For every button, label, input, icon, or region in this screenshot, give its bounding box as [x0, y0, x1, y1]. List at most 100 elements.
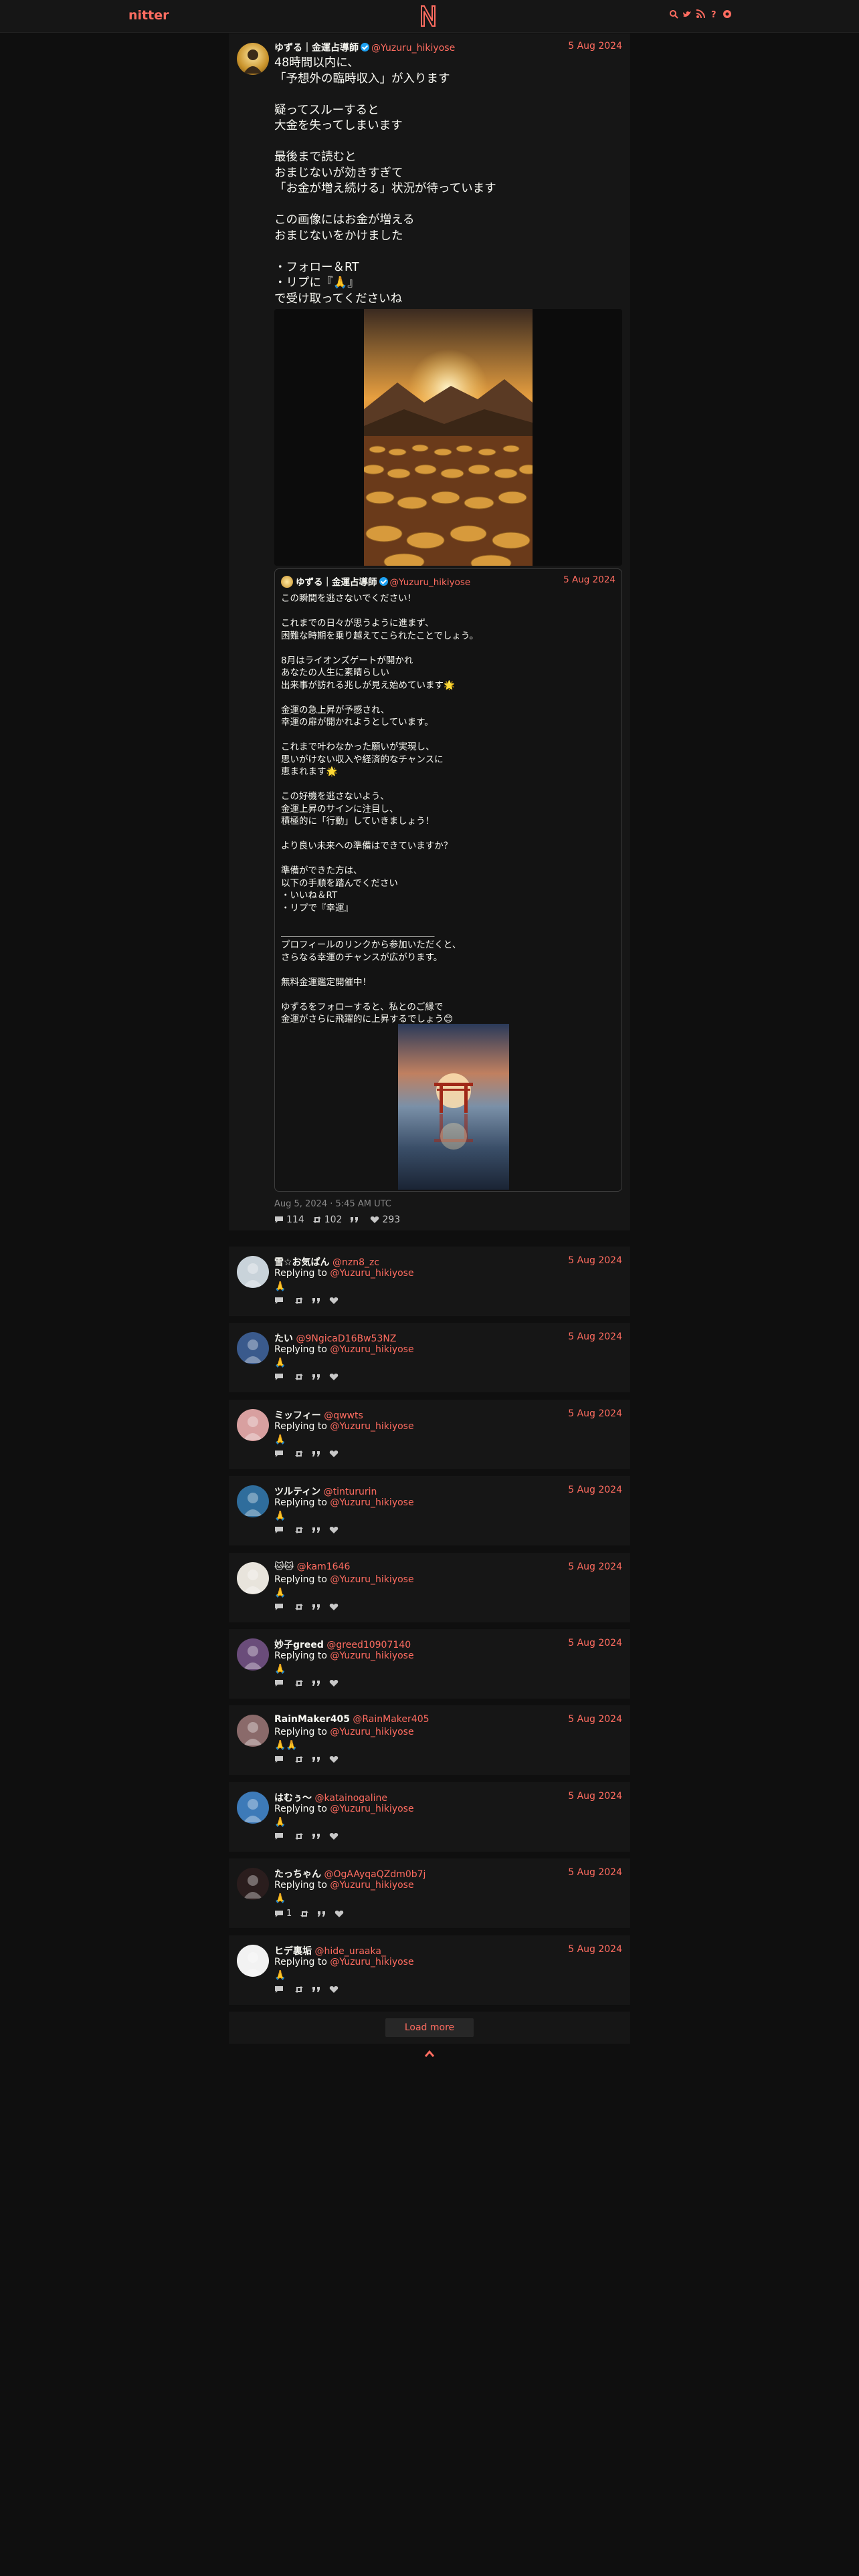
- avatar[interactable]: [237, 1409, 269, 1441]
- reply-item[interactable]: ヒデ裏垢 @hide_uraaka_ 5 Aug 2024 Replying t…: [229, 1935, 630, 2005]
- avatar[interactable]: [237, 1638, 269, 1671]
- bird-icon[interactable]: [682, 9, 692, 19]
- tweet-published[interactable]: Aug 5, 2024 · 5:45 AM UTC: [274, 1199, 391, 1209]
- quote-stat[interactable]: [312, 1985, 321, 1994]
- avatar[interactable]: [237, 1792, 269, 1824]
- reply-item[interactable]: 雪☆お気ぱん @nzn8_zc 5 Aug 2024 Replying to @…: [229, 1247, 630, 1316]
- fullname[interactable]: たっちゃん: [274, 1869, 321, 1880]
- sunset-coins-image[interactable]: [364, 309, 533, 566]
- retweet-stat[interactable]: 102: [312, 1214, 342, 1225]
- reply-item[interactable]: 🐱🐱 @kam1646 5 Aug 2024 Replying to @Yuzu…: [229, 1553, 630, 1622]
- avatar[interactable]: [237, 1715, 269, 1747]
- username[interactable]: @katainogaline: [314, 1793, 387, 1804]
- username[interactable]: @greed10907140: [326, 1640, 411, 1650]
- quote-stat[interactable]: [312, 1755, 321, 1763]
- tweet-date[interactable]: 5 Aug 2024: [568, 1562, 622, 1572]
- tweet-date[interactable]: 5 Aug 2024: [568, 1255, 622, 1266]
- fullname[interactable]: 妙子greed: [274, 1640, 324, 1650]
- username[interactable]: @OgAAyqaQZdm0b7j: [324, 1869, 425, 1880]
- quote-date[interactable]: 5 Aug 2024: [563, 574, 615, 585]
- username[interactable]: @hide_uraaka_: [314, 1946, 386, 1957]
- retweet-stat[interactable]: [294, 1603, 304, 1611]
- tweet-date[interactable]: 5 Aug 2024: [568, 1408, 622, 1419]
- retweet-stat[interactable]: [294, 1985, 304, 1994]
- reply-item[interactable]: RainMaker405 @RainMaker405 5 Aug 2024 Re…: [229, 1705, 630, 1775]
- reply-stat[interactable]: [274, 1297, 286, 1305]
- username[interactable]: @tintururin: [324, 1487, 377, 1497]
- quote-stat[interactable]: [312, 1603, 321, 1611]
- fullname[interactable]: ゆずる｜金運占導師: [274, 43, 359, 53]
- like-stat[interactable]: [329, 1526, 339, 1534]
- fullname[interactable]: はむぅ〜: [274, 1793, 312, 1804]
- replying-handle[interactable]: @Yuzuru_hikiyose: [330, 1727, 413, 1737]
- like-stat[interactable]: [329, 1679, 339, 1687]
- retweet-stat[interactable]: [294, 1679, 304, 1687]
- search-icon[interactable]: [669, 9, 678, 19]
- quoted-tweet[interactable]: ゆずる｜金運占導師 @Yuzuru_hikiyose 5 Aug 2024 この瞬…: [274, 568, 622, 1192]
- username[interactable]: @Yuzuru_hikiyose: [371, 43, 455, 53]
- retweet-stat[interactable]: [294, 1832, 304, 1840]
- avatar[interactable]: [237, 1256, 269, 1288]
- like-stat[interactable]: [329, 1297, 339, 1305]
- avatar[interactable]: [237, 1332, 269, 1364]
- avatar[interactable]: [237, 1562, 269, 1594]
- tweet-date[interactable]: 5 Aug 2024: [568, 41, 622, 51]
- reply-stat[interactable]: [274, 1450, 286, 1458]
- like-stat[interactable]: [329, 1373, 339, 1381]
- like-stat[interactable]: [329, 1832, 339, 1840]
- replying-handle[interactable]: @Yuzuru_hikiyose: [330, 1574, 413, 1585]
- quote-stat[interactable]: [312, 1526, 321, 1534]
- replying-handle[interactable]: @Yuzuru_hikiyose: [330, 1880, 413, 1891]
- fullname[interactable]: ミッフィー: [274, 1410, 321, 1421]
- tweet-date[interactable]: 5 Aug 2024: [568, 1791, 622, 1802]
- avatar[interactable]: [237, 43, 269, 75]
- quote-fullname[interactable]: ゆずる｜金運占導師: [296, 577, 377, 588]
- username[interactable]: @kam1646: [297, 1562, 351, 1572]
- quote-stat[interactable]: [312, 1832, 321, 1840]
- reply-item[interactable]: 妙子greed @greed10907140 5 Aug 2024 Replyi…: [229, 1629, 630, 1699]
- reply-stat[interactable]: 114: [274, 1214, 304, 1225]
- avatar[interactable]: [237, 1485, 269, 1517]
- username[interactable]: @RainMaker405: [353, 1714, 429, 1725]
- like-stat[interactable]: [329, 1755, 339, 1763]
- like-stat[interactable]: [329, 1450, 339, 1458]
- like-stat[interactable]: [329, 1985, 339, 1994]
- reply-item[interactable]: はむぅ〜 @katainogaline 5 Aug 2024 Replying …: [229, 1782, 630, 1852]
- back-to-top-icon[interactable]: [424, 2049, 435, 2058]
- retweet-stat[interactable]: [294, 1297, 304, 1305]
- fullname[interactable]: ヒデ裏垢: [274, 1946, 312, 1957]
- replying-handle[interactable]: @Yuzuru_hikiyose: [330, 1268, 413, 1279]
- fullname[interactable]: たい: [274, 1333, 293, 1344]
- nitter-logo-icon[interactable]: [417, 3, 439, 29]
- reply-stat[interactable]: 1: [274, 1909, 292, 1919]
- quote-stat[interactable]: [312, 1297, 321, 1305]
- torii-gate-image[interactable]: [398, 1024, 509, 1190]
- reply-stat[interactable]: [274, 1526, 286, 1534]
- quote-stat[interactable]: [312, 1679, 321, 1687]
- tweet-date[interactable]: 5 Aug 2024: [568, 1331, 622, 1342]
- tweet-date[interactable]: 5 Aug 2024: [568, 1638, 622, 1648]
- retweet-stat[interactable]: [294, 1450, 304, 1458]
- username[interactable]: @nzn8_zc: [332, 1257, 379, 1268]
- fullname[interactable]: 雪☆お気ぱん: [274, 1257, 330, 1268]
- reply-stat[interactable]: [274, 1679, 286, 1687]
- tweet-date[interactable]: 5 Aug 2024: [568, 1485, 622, 1495]
- reply-stat[interactable]: [274, 1985, 286, 1994]
- retweet-stat[interactable]: [294, 1755, 304, 1763]
- retweet-stat[interactable]: [294, 1373, 304, 1381]
- replying-handle[interactable]: @Yuzuru_hikiyose: [330, 1957, 413, 1967]
- replying-handle[interactable]: @Yuzuru_hikiyose: [330, 1497, 413, 1508]
- quote-stat[interactable]: [312, 1373, 321, 1381]
- reply-item[interactable]: ミッフィー @qwwts 5 Aug 2024 Replying to @Yuz…: [229, 1400, 630, 1469]
- reply-stat[interactable]: [274, 1603, 286, 1611]
- avatar[interactable]: [237, 1868, 269, 1900]
- replying-handle[interactable]: @Yuzuru_hikiyose: [330, 1650, 413, 1661]
- quote-stat[interactable]: [317, 1910, 326, 1918]
- rss-icon[interactable]: [696, 9, 705, 19]
- load-more-button[interactable]: Load more: [385, 2018, 474, 2037]
- like-stat[interactable]: 293: [370, 1214, 400, 1225]
- replying-handle[interactable]: @Yuzuru_hikiyose: [330, 1344, 413, 1355]
- reply-item[interactable]: ツルティン @tintururin 5 Aug 2024 Replying to…: [229, 1476, 630, 1545]
- reply-stat[interactable]: [274, 1755, 286, 1763]
- reply-stat[interactable]: [274, 1832, 286, 1840]
